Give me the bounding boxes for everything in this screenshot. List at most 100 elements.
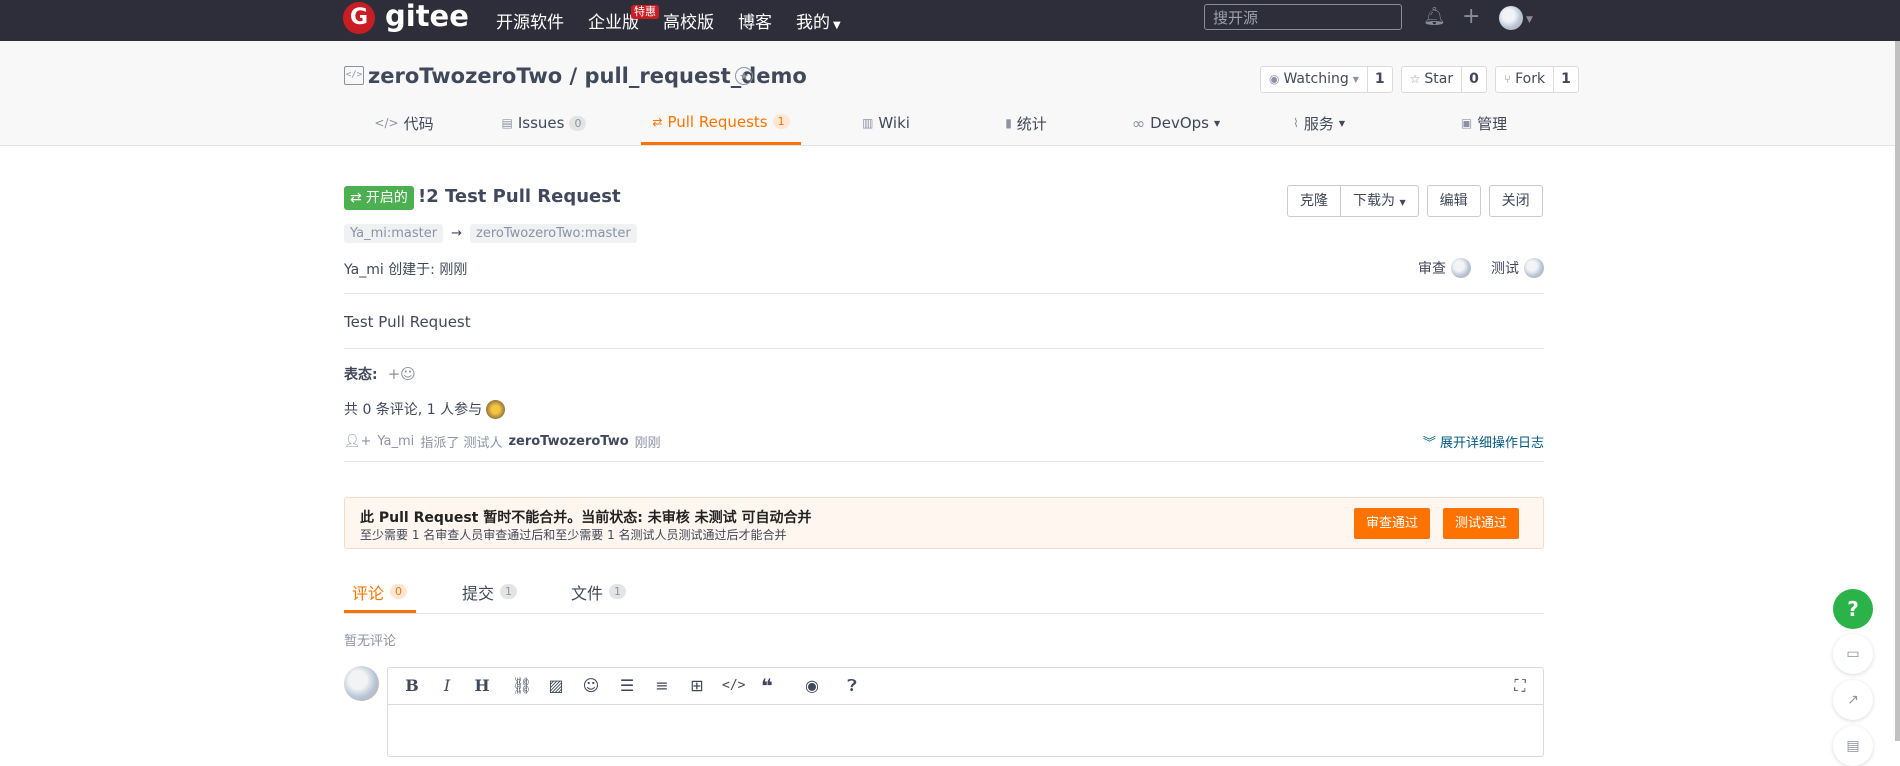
tab-wiki-label: Wiki [878,114,910,132]
reviewer-group[interactable]: 审查 [1418,258,1471,278]
help-icon[interactable]: ❓︎ [842,676,862,696]
tab-issues[interactable]: ▤ Issues 0 [484,101,604,145]
tab-devops[interactable]: ∞ DevOps ▼ [1106,101,1246,145]
bold-icon[interactable]: B [402,676,422,696]
tab-stats[interactable]: ▮ 统计 [966,101,1086,145]
branch-info: Ya_mi:master → zeroTwozeroTwo:master [344,224,637,243]
award-icon[interactable]: ★ [735,67,753,85]
more-float-icon[interactable]: ▤ [1833,726,1873,766]
bullet-list-icon[interactable]: ☰ [617,676,637,696]
commenter-avatar[interactable] [344,666,379,701]
tab-comments[interactable]: 评论 0 [344,574,416,613]
help-float-button[interactable]: ? [1833,589,1873,629]
discussion-tabs: 评论 0 提交 1 文件 1 [344,574,1544,614]
feedback-float-icon[interactable]: ▭ [1833,634,1873,674]
comments-count: 0 [390,584,408,599]
close-button[interactable]: 关闭 [1488,185,1543,217]
nav-mine[interactable]: 我的 ▼ [796,8,841,33]
edit-button[interactable]: 编辑 [1426,185,1481,217]
fullscreen-icon[interactable]: ⛶ [1510,676,1530,696]
share-float-icon[interactable]: ↗ [1833,680,1873,720]
pr-author[interactable]: Ya_mi [344,262,384,278]
nav-blog[interactable]: 博客 [738,8,772,33]
heading-icon[interactable]: H [472,676,492,696]
code-icon[interactable]: </> [722,676,745,696]
fork-count[interactable]: 1 [1553,67,1578,92]
nav-education[interactable]: 高校版 [663,8,714,33]
expand-log-link[interactable]: ︾ 展开详细操作日志 [1423,432,1544,451]
activity-target[interactable]: zeroTwozeroTwo [508,434,628,449]
pull-request-icon: ⇄ [652,114,663,129]
watch-label: Watching [1283,71,1349,87]
tab-code[interactable]: </> 代码 [344,101,464,145]
tab-wiki[interactable]: ▥ Wiki [826,101,946,145]
nav-open-source[interactable]: 开源软件 [496,8,564,33]
source-branch[interactable]: Ya_mi:master [344,224,444,243]
tab-services[interactable]: ⌇ 服务 ▼ [1259,101,1379,145]
pr-state-badge: ⇄ 开启的 [344,186,414,210]
pull-requests-count: 1 [772,114,790,129]
tab-manage[interactable]: ▣ 管理 [1424,101,1544,145]
reviewer-avatar[interactable] [1451,258,1471,278]
merge-status-title: 此 Pull Request 暂时不能合并。当前状态: 未审核 未测试 可自动合… [360,510,812,526]
activity-item: 👤︎+ Ya_mi 指派了 测试人 zeroTwozeroTwo 刚刚 [344,432,661,451]
caret-down-icon: ▼ [1338,118,1346,128]
ordered-list-icon[interactable]: ≡ [652,676,672,696]
tab-commits[interactable]: 提交 1 [462,574,518,613]
participation-summary: 共 0 条评论, 1 人参与 [344,399,506,419]
tab-commits-label: 提交 [462,584,495,603]
comment-editor[interactable]: B I H ⛓︎ ▨ ☺ ☰ ≡ ⊞ </> ❝ ◉ ❓︎ ⛶ [387,667,1544,757]
watch-button[interactable]: ◉ Watching ▼ [1261,67,1367,92]
fork-icon: ⑂ [1503,72,1512,86]
image-icon[interactable]: ▨ [546,676,566,696]
scrollbar[interactable] [1895,41,1900,741]
tester-group[interactable]: 测试 [1491,258,1544,278]
pr-title: !2 Test Pull Request [418,186,621,207]
fork-label: Fork [1515,71,1546,87]
fork-button[interactable]: ⑂ Fork [1496,67,1553,92]
files-count: 1 [609,584,627,599]
participant-avatar[interactable] [486,399,506,419]
emoji-icon[interactable]: ☺ [581,676,601,696]
review-pass-button[interactable]: 审查通过 [1354,508,1431,539]
gitee-logo-text[interactable]: gitee [385,0,469,33]
caret-down-icon[interactable]: ▼ [1526,9,1533,31]
test-pass-button[interactable]: 测试通过 [1443,508,1520,539]
preview-icon[interactable]: ◉ [802,676,822,696]
tab-files-label: 文件 [571,584,604,603]
search-input[interactable]: 搜开源 [1204,4,1402,30]
add-reaction-icon[interactable]: +☺ [388,365,416,383]
watch-count[interactable]: 1 [1366,67,1392,92]
pr-reviewers: 审查 测试 [1418,258,1544,278]
italic-icon[interactable]: I [437,676,457,696]
caret-down-icon: ▼ [1399,198,1406,207]
caret-down-icon: ▼ [1213,118,1221,128]
caret-down-icon: ▼ [833,20,841,31]
activity-actor[interactable]: Ya_mi [377,434,414,449]
link-icon[interactable]: ⛓︎ [512,676,532,696]
download-button[interactable]: 下载为 ▼ [1341,185,1419,217]
pr-state-label: 开启的 [365,190,408,206]
table-icon[interactable]: ⊞ [687,676,707,696]
settings-doc-icon: ▣ [1460,116,1473,130]
tab-files[interactable]: 文件 1 [571,574,627,613]
tester-avatar[interactable] [1524,258,1544,278]
tab-pull-requests-label: Pull Requests [667,112,768,131]
plus-icon[interactable]: + [1462,6,1480,28]
target-branch[interactable]: zeroTwozeroTwo:master [470,224,637,243]
quote-icon[interactable]: ❝ [757,676,777,696]
star-count[interactable]: 0 [1461,67,1486,92]
created-label: 创建于: [388,262,435,278]
gitee-logo-icon[interactable]: G [343,2,375,34]
tab-pull-requests[interactable]: ⇄ Pull Requests 1 [641,101,801,145]
tester-label: 测试 [1491,261,1519,277]
user-avatar[interactable] [1499,6,1523,30]
nav-enterprise[interactable]: 企业版 特惠 [588,5,659,33]
star-button[interactable]: ☆ Star [1402,67,1461,92]
tab-code-label: 代码 [403,114,434,133]
bell-icon[interactable]: 🔔︎ [1423,6,1446,28]
divider [344,348,1544,349]
clone-button[interactable]: 克隆 [1287,185,1341,217]
divider [344,293,1544,294]
book-icon: ▥ [862,116,874,130]
